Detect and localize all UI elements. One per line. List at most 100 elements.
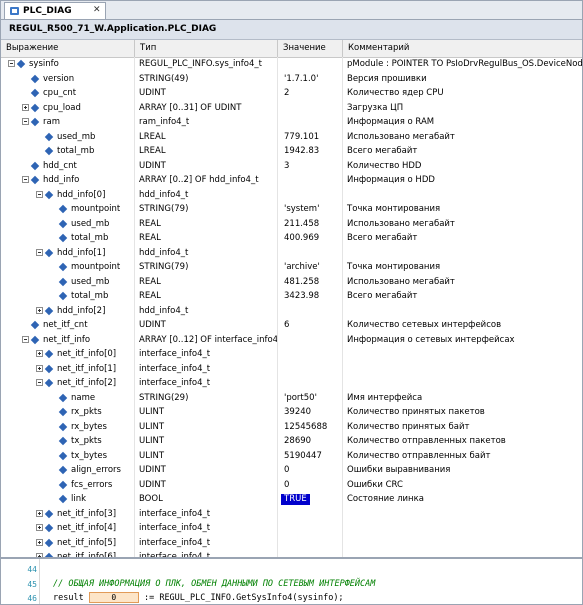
table-row[interactable]: total_mb LREAL 1942.83 Всего мегабайт [1,144,582,159]
value-cell[interactable]: 0 [278,477,343,492]
value-cell[interactable]: 'archive' [278,260,343,275]
table-row[interactable]: tx_pkts ULINT 28690 Количество отправленных… [1,434,582,449]
expand-icon[interactable] [36,524,43,531]
value-cell[interactable] [278,506,343,521]
table-row[interactable]: hdd_info[0] hdd_info4_t [1,187,582,202]
table-row[interactable]: used_mb REAL 211.458 Использовано мегабайт [1,216,582,231]
collapse-icon[interactable] [8,60,15,67]
close-icon[interactable]: ✕ [93,5,101,15]
value-cell[interactable] [278,376,343,391]
table-row[interactable]: used_mb REAL 481.258 Использовано мегабайт [1,274,582,289]
value-cell[interactable]: 'port50' [278,390,343,405]
table-row[interactable]: fcs_errors UDINT 0 Ошибки CRC [1,477,582,492]
table-row[interactable]: total_mb REAL 3423.98 Всего мегабайт [1,289,582,304]
table-row[interactable]: rx_bytes ULINT 12545688 Количество принятых… [1,419,582,434]
table-row[interactable]: hdd_cnt UDINT 3 Количество HDD [1,158,582,173]
table-row[interactable]: cpu_load ARRAY [0..31] OF UDINT Загрузка Ц… [1,100,582,115]
value-cell[interactable] [278,100,343,115]
value-cell[interactable]: 779.101 [278,129,343,144]
value-cell[interactable]: '1.7.1.0' [278,71,343,86]
column-expression[interactable]: Выражение [1,40,135,57]
expand-icon[interactable] [36,509,43,517]
value-cell[interactable]: 2 [278,86,343,101]
variable-name: total_mb [57,146,95,156]
table-row[interactable]: net_itf_info[5] interface_info4_t [1,535,582,550]
table-row[interactable]: cpu_cnt UDINT 2 Количество ядер CPU [1,86,582,101]
type-cell: LREAL [135,129,278,144]
table-row[interactable]: net_itf_info[6] interface_info4_t [1,550,582,557]
value-cell[interactable]: 3 [278,158,343,173]
expand-icon[interactable] [36,364,43,372]
table-row[interactable]: total_mb REAL 400.969 Всего мегабайт [1,231,582,246]
table-row[interactable]: hdd_info ARRAY [0..2] OF hdd_info4_t Инфор… [1,173,582,188]
collapse-icon[interactable] [22,176,29,183]
value-cell[interactable] [278,332,343,347]
column-type[interactable]: Тип [135,40,278,57]
collapse-icon[interactable] [36,190,43,198]
table-row[interactable]: align_errors UDINT 0 Ошибки выравнивания [1,463,582,478]
code-editor[interactable]: 44 45 46 // ОБЩАЯ ИНФОРМАЦИЯ О ПЛК, ОБМЕ… [1,557,582,604]
value-cell[interactable] [278,245,343,260]
value-cell[interactable]: 5190447 [278,448,343,463]
collapse-icon[interactable] [36,248,43,256]
table-row[interactable]: net_itf_info[4] interface_info4_t [1,521,582,536]
value-cell[interactable] [278,347,343,362]
code-comment-line: // ОБЩАЯ ИНФОРМАЦИЯ О ПЛК, ОБМЕН ДАННЫМИ… [53,579,376,589]
comment-cell [343,246,582,261]
expand-icon[interactable] [22,103,29,111]
value-cell[interactable]: 6 [278,318,343,333]
value-cell[interactable] [278,173,343,188]
collapse-icon[interactable] [36,379,43,386]
value-cell[interactable]: 'system' [278,202,343,217]
value-cell[interactable]: 400.969 [278,231,343,246]
tab-plc-diag[interactable]: PLC_DIAG ✕ [4,2,106,19]
value-cell[interactable]: 39240 [278,405,343,420]
expand-icon[interactable] [36,350,43,357]
value-cell[interactable]: 3423.98 [278,289,343,304]
collapse-icon[interactable] [22,335,29,343]
value-cell[interactable] [278,303,343,318]
value-cell[interactable] [278,550,343,557]
value-cell[interactable] [278,57,343,72]
value-cell[interactable]: 12545688 [278,419,343,434]
collapse-icon[interactable] [22,118,29,125]
value-cell[interactable] [278,361,343,376]
value-cell[interactable]: 481.258 [278,274,343,289]
value-cell[interactable] [278,115,343,130]
value-cell[interactable] [278,535,343,550]
table-row[interactable]: net_itf_cnt UDINT 6 Количество сетевых инте… [1,318,582,333]
table-row[interactable]: link BOOL TRUE Состояние линка [1,492,582,507]
column-value[interactable]: Значение [278,40,343,57]
table-row[interactable]: net_itf_info[1] interface_info4_t [1,361,582,376]
table-row[interactable]: version STRING(49) '1.7.1.0' Версия прошивк… [1,71,582,86]
expand-icon[interactable] [36,306,43,314]
value-text: 3423.98 [284,291,320,301]
table-row[interactable]: hdd_info[1] hdd_info4_t [1,245,582,261]
table-row[interactable]: name STRING(29) 'port50' Имя интерфейса [1,390,582,405]
value-cell[interactable]: 0 [278,463,343,478]
value-cell[interactable]: TRUE [278,492,343,507]
pou-icon [10,7,19,15]
value-cell[interactable]: 1942.83 [278,144,343,159]
table-row[interactable]: sysinfo REGUL_PLC_INFO.sys_info4_t pModule… [1,57,582,72]
table-row[interactable]: rx_pkts ULINT 39240 Количество принятых пак… [1,405,582,420]
table-row[interactable]: mountpoint STRING(79) 'system' Точка монтир… [1,202,582,217]
code-statement-line[interactable]: result 0 := REGUL_PLC_INFO.GetSysInfo4(s… [53,592,344,603]
inline-monitor-value[interactable]: 0 [88,592,139,603]
table-row[interactable]: hdd_info[2] hdd_info4_t [1,303,582,318]
table-row[interactable]: net_itf_info[2] interface_info4_t [1,376,582,391]
value-cell[interactable]: 28690 [278,434,343,449]
table-row[interactable]: net_itf_info ARRAY [0..12] OF interface_i… [1,332,582,347]
table-row[interactable]: tx_bytes ULINT 5190447 Количество отправлен… [1,448,582,463]
column-comment[interactable]: Комментарий [343,40,582,57]
table-row[interactable]: net_itf_info[0] interface_info4_t [1,347,582,362]
table-row[interactable]: ram ram_info4_t Информация о RAM [1,115,582,130]
table-row[interactable]: mountpoint STRING(79) 'archive' Точка монти… [1,260,582,275]
table-row[interactable]: used_mb LREAL 779.101 Использовано мегабайт [1,129,582,144]
table-row[interactable]: net_itf_info[3] interface_info4_t [1,506,582,521]
value-cell[interactable]: 211.458 [278,216,343,231]
value-text: 6 [284,320,290,330]
value-cell[interactable] [278,521,343,536]
expand-icon[interactable] [36,538,43,546]
value-cell[interactable] [278,187,343,202]
